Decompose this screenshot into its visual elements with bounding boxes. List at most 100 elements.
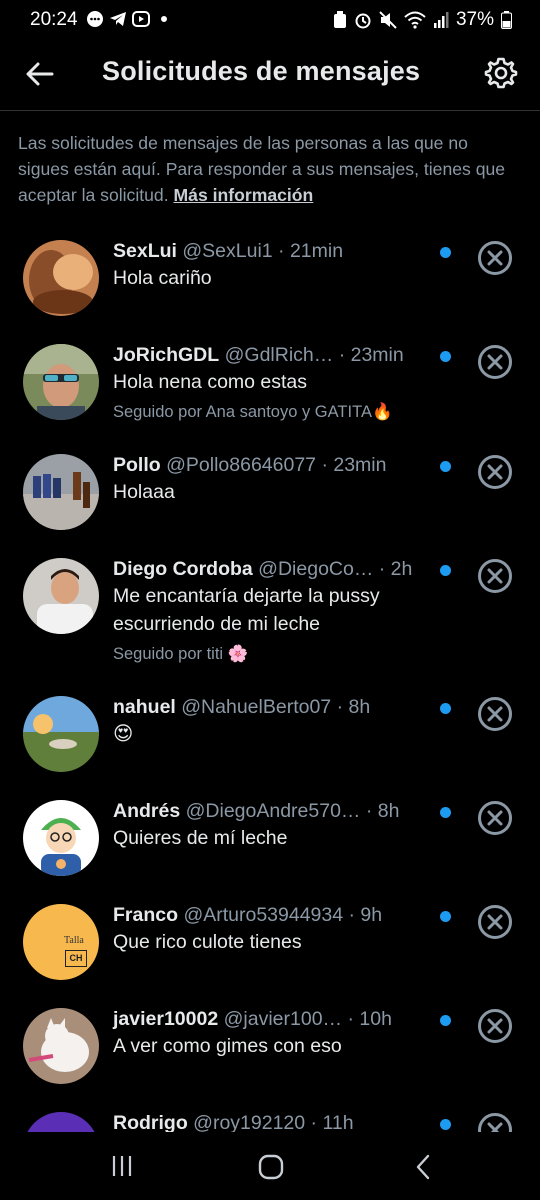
system-nav-bar bbox=[0, 1132, 540, 1200]
battery-saver-icon bbox=[333, 11, 346, 28]
sender-handle: @NahuelBerto07 bbox=[181, 696, 332, 718]
sender-name: Andrés bbox=[113, 800, 181, 822]
unread-dot bbox=[440, 1015, 451, 1026]
close-icon bbox=[487, 810, 503, 826]
home-icon[interactable] bbox=[258, 1154, 284, 1180]
request-header: Franco @Arturo53944934 · 9h bbox=[113, 904, 433, 927]
status-bar: 20:24 37% bbox=[0, 0, 540, 40]
gear-icon[interactable] bbox=[484, 56, 518, 90]
unread-dot bbox=[440, 247, 451, 258]
avatar[interactable] bbox=[23, 454, 99, 530]
avatar[interactable] bbox=[23, 558, 99, 634]
back-nav-icon[interactable] bbox=[412, 1154, 436, 1180]
avatar[interactable] bbox=[23, 1008, 99, 1084]
request-header: Rodrigo @roy192120 · 11h bbox=[113, 1112, 433, 1132]
dismiss-button[interactable] bbox=[478, 241, 512, 275]
sender-handle: @Pollo86646077 bbox=[166, 454, 317, 476]
alarm-icon bbox=[355, 13, 371, 29]
avatar[interactable] bbox=[23, 800, 99, 876]
sender-handle: @SexLui1 bbox=[182, 240, 273, 262]
battery-icon bbox=[501, 11, 512, 29]
list-item[interactable]: JoRichGDL @GdlRich… · 23min Hola nena co… bbox=[0, 341, 540, 451]
dismiss-button[interactable] bbox=[478, 905, 512, 939]
info-text: Las solicitudes de mensajes de las perso… bbox=[18, 130, 523, 208]
request-header: Diego Cordoba @DiegoCo… · 2h bbox=[113, 558, 433, 581]
list-item[interactable]: Rodrigo @roy192120 · 11h bbox=[0, 1109, 540, 1132]
list-item[interactable]: Diego Cordoba @DiegoCo… · 2h Me encantar… bbox=[0, 555, 540, 693]
sender-name: Diego Cordoba bbox=[113, 558, 253, 580]
request-time: · 11h bbox=[310, 1112, 354, 1132]
page-title: Solicitudes de mensajes bbox=[102, 56, 421, 86]
message-preview: Que rico culote tienes bbox=[113, 931, 302, 953]
request-time: · 21min bbox=[278, 240, 344, 262]
request-time: · 23min bbox=[321, 454, 387, 476]
sender-handle: @javier100… bbox=[223, 1008, 343, 1030]
wifi-icon bbox=[404, 11, 426, 29]
media-icon bbox=[132, 11, 150, 27]
avatar[interactable]: Talla CH bbox=[23, 904, 99, 980]
close-icon bbox=[487, 250, 503, 266]
dismiss-button[interactable] bbox=[478, 1113, 512, 1132]
dismiss-button[interactable] bbox=[478, 455, 512, 489]
dismiss-button[interactable] bbox=[478, 345, 512, 379]
request-list: SexLui @SexLui1 · 21min Hola cariño JoRi… bbox=[0, 237, 540, 1132]
list-item[interactable]: nahuel @NahuelBerto07 · 8h 😍 bbox=[0, 693, 540, 797]
sender-name: Rodrigo bbox=[113, 1112, 188, 1132]
message-preview: Quieres de mí leche bbox=[113, 827, 288, 849]
back-arrow-icon[interactable] bbox=[24, 58, 56, 90]
sender-name: Franco bbox=[113, 904, 179, 926]
dismiss-button[interactable] bbox=[478, 559, 512, 593]
close-icon bbox=[487, 464, 503, 480]
unread-dot bbox=[440, 703, 451, 714]
avatar[interactable] bbox=[23, 240, 99, 316]
sender-name: javier10002 bbox=[113, 1008, 219, 1030]
message-preview: 😍 bbox=[113, 723, 134, 745]
dismiss-button[interactable] bbox=[478, 697, 512, 731]
sender-handle: @GdlRich… bbox=[224, 344, 334, 366]
message-preview: Me encantaría dejarte la pussy escurrien… bbox=[113, 585, 380, 635]
list-item[interactable]: javier10002 @javier100… · 10h A ver como… bbox=[0, 1005, 540, 1109]
sender-handle: @roy192120 bbox=[193, 1112, 306, 1132]
request-time: · 8h bbox=[336, 696, 371, 718]
sender-handle: @Arturo53944934 bbox=[183, 904, 344, 926]
notification-icons bbox=[86, 10, 173, 28]
unread-dot bbox=[440, 807, 451, 818]
avatar[interactable] bbox=[23, 696, 99, 772]
request-time: · 10h bbox=[347, 1008, 392, 1030]
list-item[interactable]: Pollo @Pollo86646077 · 23min Holaaa bbox=[0, 451, 540, 555]
avatar[interactable] bbox=[23, 1112, 99, 1132]
more-info-link[interactable]: Más información bbox=[174, 185, 314, 205]
request-header: SexLui @SexLui1 · 21min bbox=[113, 240, 433, 263]
unread-dot bbox=[440, 565, 451, 576]
avatar-badge: CH bbox=[65, 950, 87, 967]
request-header: javier10002 @javier100… · 10h bbox=[113, 1008, 433, 1031]
request-time: · 2h bbox=[378, 558, 413, 580]
unread-dot bbox=[440, 911, 451, 922]
message-preview: A ver como gimes con eso bbox=[113, 1035, 342, 1057]
sender-name: JoRichGDL bbox=[113, 344, 220, 366]
dismiss-button[interactable] bbox=[478, 801, 512, 835]
message-preview: Hola cariño bbox=[113, 267, 212, 289]
recent-apps-icon[interactable] bbox=[110, 1154, 134, 1178]
message-preview: Holaaa bbox=[113, 481, 175, 503]
list-item[interactable]: SexLui @SexLui1 · 21min Hola cariño bbox=[0, 237, 540, 341]
status-time: 20:24 bbox=[30, 9, 78, 30]
chat-bubble-icon bbox=[87, 11, 103, 27]
avatar-label: Talla bbox=[64, 935, 84, 946]
sender-name: nahuel bbox=[113, 696, 176, 718]
list-item[interactable]: Andrés @DiegoAndre570… · 8h Quieres de m… bbox=[0, 797, 540, 901]
close-icon bbox=[487, 354, 503, 370]
more-notifications-icon bbox=[161, 16, 167, 22]
close-icon bbox=[487, 1018, 503, 1034]
close-icon bbox=[487, 914, 503, 930]
avatar[interactable] bbox=[23, 344, 99, 420]
system-status: 37% bbox=[333, 9, 512, 31]
dismiss-button[interactable] bbox=[478, 1009, 512, 1043]
list-item[interactable]: Talla CH Franco @Arturo53944934 · 9h Que… bbox=[0, 901, 540, 1005]
close-icon bbox=[487, 1122, 503, 1132]
telegram-icon bbox=[110, 12, 126, 26]
page-header: Solicitudes de mensajes bbox=[0, 40, 540, 111]
request-time: · 23min bbox=[338, 344, 404, 366]
request-header: JoRichGDL @GdlRich… · 23min bbox=[113, 344, 433, 367]
request-header: Andrés @DiegoAndre570… · 8h bbox=[113, 800, 433, 823]
